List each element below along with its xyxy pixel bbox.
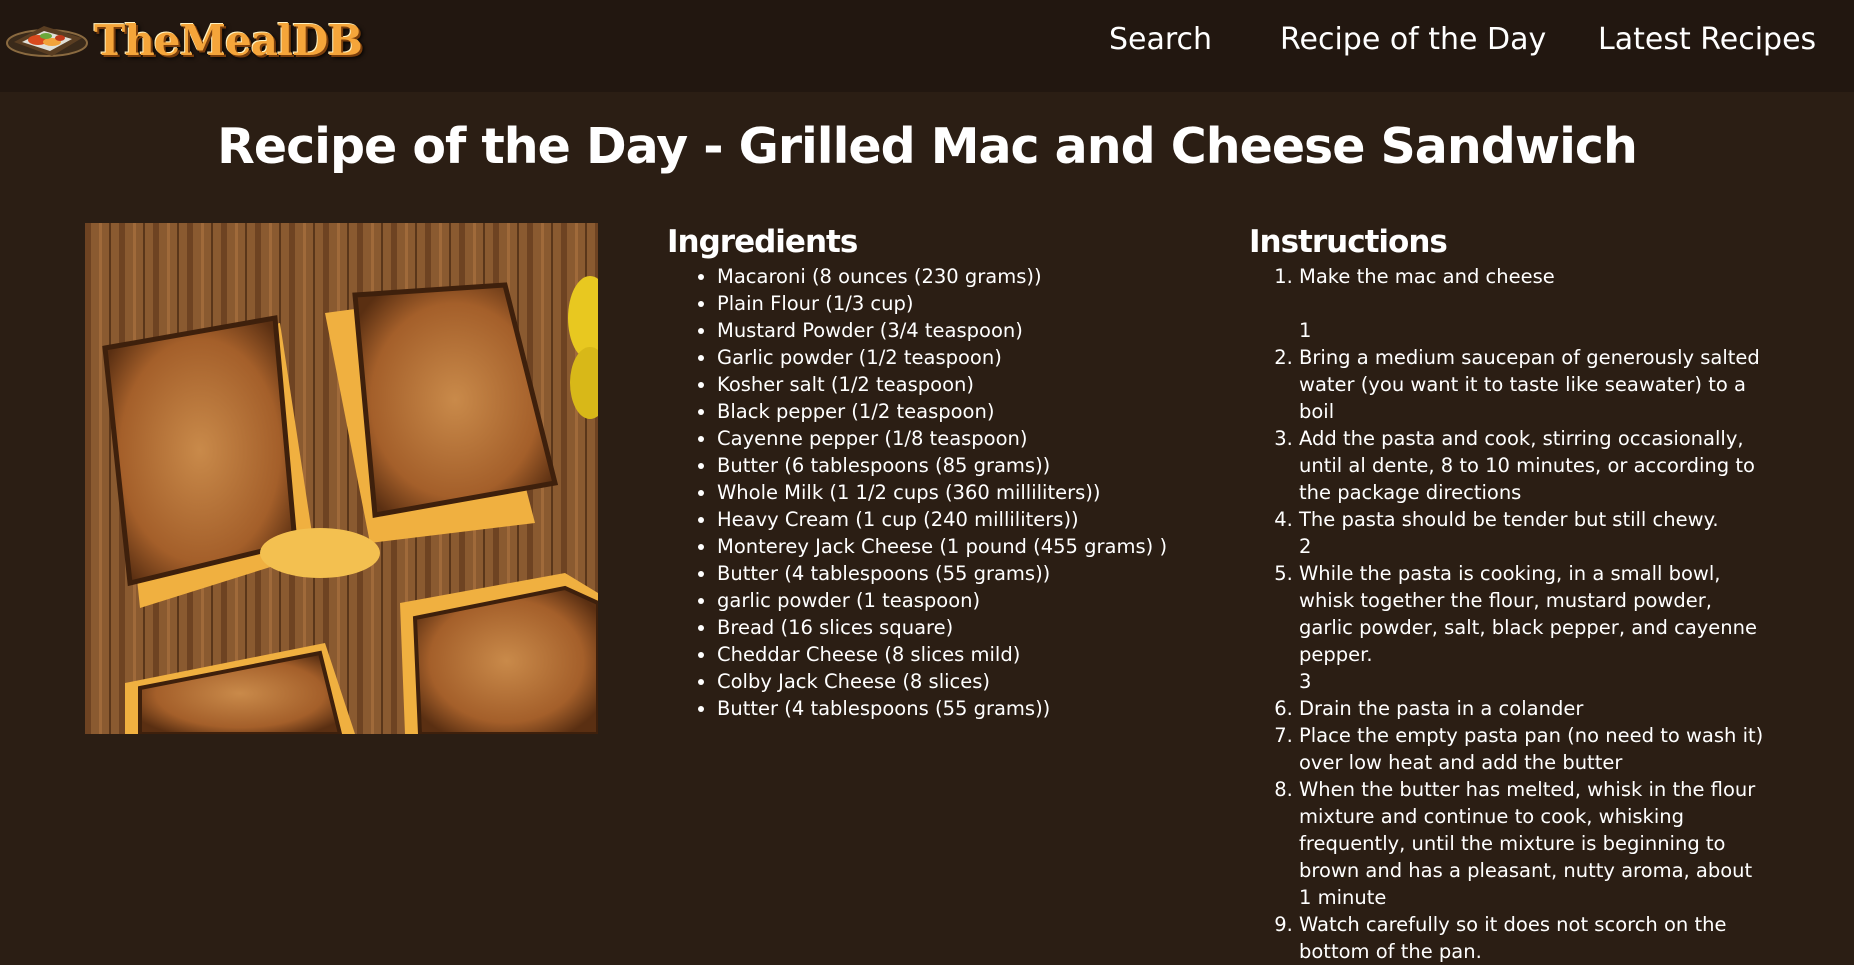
ingredient-item: Monterey Jack Cheese (1 pound (455 grams…	[717, 533, 1237, 560]
ingredient-item: Butter (4 tablespoons (55 grams))	[717, 560, 1237, 587]
nav-recipe-of-the-day-link[interactable]: Recipe of the Day	[1280, 22, 1546, 57]
instruction-step: Place the empty pasta pan (no need to wa…	[1299, 722, 1769, 776]
instruction-step: Watch carefully so it does not scorch on…	[1299, 911, 1769, 965]
ingredient-item: Butter (6 tablespoons (85 grams))	[717, 452, 1237, 479]
instruction-step: When the butter has melted, whisk in the…	[1299, 776, 1769, 911]
ingredient-item: Colby Jack Cheese (8 slices)	[717, 668, 1237, 695]
ingredient-item: Black pepper (1/2 teaspoon)	[717, 398, 1237, 425]
site-logo[interactable]: TheMealDB	[4, 10, 364, 70]
ingredient-item: Kosher salt (1/2 teaspoon)	[717, 371, 1237, 398]
top-navigation-bar: TheMealDB Search Recipe of the Day Lates…	[0, 0, 1854, 92]
page-title: Recipe of the Day - Grilled Mac and Chee…	[217, 118, 1638, 175]
ingredient-item: Cheddar Cheese (8 slices mild)	[717, 641, 1237, 668]
ingredient-item: Whole Milk (1 1/2 cups (360 milliliters)…	[717, 479, 1237, 506]
instruction-step: While the pasta is cooking, in a small b…	[1299, 560, 1769, 695]
meal-plate-icon	[6, 26, 88, 57]
instruction-step: Make the mac and cheese 1	[1299, 263, 1769, 344]
instruction-step: Add the pasta and cook, stirring occasio…	[1299, 425, 1769, 506]
ingredients-list: Macaroni (8 ounces (230 grams)) Plain Fl…	[667, 263, 1237, 722]
nav-search-link[interactable]: Search	[1109, 22, 1212, 57]
instructions-heading: Instructions	[1249, 224, 1448, 260]
ingredient-item: Macaroni (8 ounces (230 grams))	[717, 263, 1237, 290]
logo-text: TheMealDB	[94, 16, 363, 65]
ingredient-item: garlic powder (1 teaspoon)	[717, 587, 1237, 614]
instruction-step: Bring a medium saucepan of generously sa…	[1299, 344, 1769, 425]
ingredient-item: Mustard Powder (3/4 teaspoon)	[717, 317, 1237, 344]
instruction-step: Drain the pasta in a colander	[1299, 695, 1769, 722]
ingredient-item: Garlic powder (1/2 teaspoon)	[717, 344, 1237, 371]
ingredients-heading: Ingredients	[667, 224, 858, 260]
meal-image	[85, 223, 598, 734]
nav-latest-recipes-link[interactable]: Latest Recipes	[1598, 22, 1816, 57]
instruction-step: The pasta should be tender but still che…	[1299, 506, 1769, 560]
ingredient-item: Plain Flour (1/3 cup)	[717, 290, 1237, 317]
ingredient-item: Cayenne pepper (1/8 teaspoon)	[717, 425, 1237, 452]
ingredient-item: Butter (4 tablespoons (55 grams))	[717, 695, 1237, 722]
instructions-list: Make the mac and cheese 1 Bring a medium…	[1249, 263, 1769, 965]
ingredient-item: Bread (16 slices square)	[717, 614, 1237, 641]
grilled-sandwich-illustration	[85, 223, 598, 734]
ingredient-item: Heavy Cream (1 cup (240 milliliters))	[717, 506, 1237, 533]
